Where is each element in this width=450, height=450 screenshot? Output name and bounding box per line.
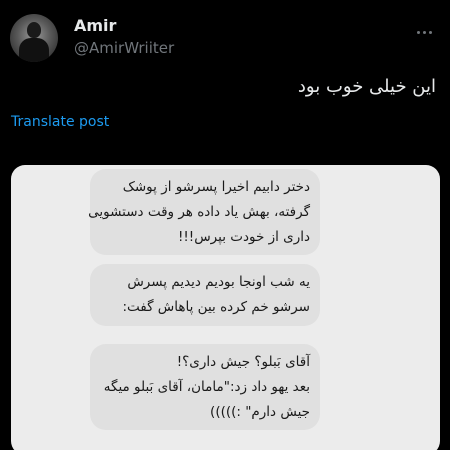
- bubble-line: داری از خودت بپرس!!!: [177, 229, 310, 245]
- avatar-body: [19, 38, 49, 62]
- bubble-line: دختر دابیم اخیرا پسرشو از پوشک: [122, 179, 310, 195]
- tweet-page: Amir @AmirWriiter این خیلی خوب بود Trans…: [0, 0, 450, 450]
- media-image[interactable]: دختر دابیم اخیرا پسرشو از پوشک گرفته، به…: [11, 165, 440, 450]
- translate-post-link[interactable]: Translate post: [11, 114, 109, 130]
- bubble-line: گرفته، بهش یاد داده هر وقت دستشویی: [88, 204, 310, 220]
- bubble-line: یه شب اونجا بودیم دیدیم پسرش: [127, 274, 310, 290]
- more-horizontal-icon[interactable]: [412, 24, 436, 40]
- avatar-head: [27, 22, 41, 38]
- bubble-line: بعد یهو داد زد:"مامان، آقای بَبلو میگه: [103, 379, 310, 395]
- chat-bubble: دختر دابیم اخیرا پسرشو از پوشک گرفته، به…: [88, 169, 320, 255]
- more-dot: [416, 30, 420, 34]
- chat-bubble: یه شب اونجا بودیم دیدیم پسرش سرشو خم کرد…: [90, 264, 320, 326]
- tweet-text: این خیلی خوب بود: [297, 76, 436, 97]
- bubble-line: آقای بَبلو؟ جیش داری؟!: [176, 354, 310, 370]
- avatar[interactable]: [10, 14, 58, 62]
- more-dot: [428, 30, 432, 34]
- user-handle[interactable]: @AmirWriiter: [74, 39, 174, 57]
- bubble-line: جیش دارم" :))))): [210, 404, 310, 420]
- more-dot: [422, 30, 426, 34]
- display-name[interactable]: Amir: [74, 16, 116, 35]
- bubble-line: سرشو خم کرده بین پاهاش گفت:: [122, 299, 310, 315]
- chat-bubble: آقای بَبلو؟ جیش داری؟! بعد یهو داد زد:"م…: [90, 344, 320, 430]
